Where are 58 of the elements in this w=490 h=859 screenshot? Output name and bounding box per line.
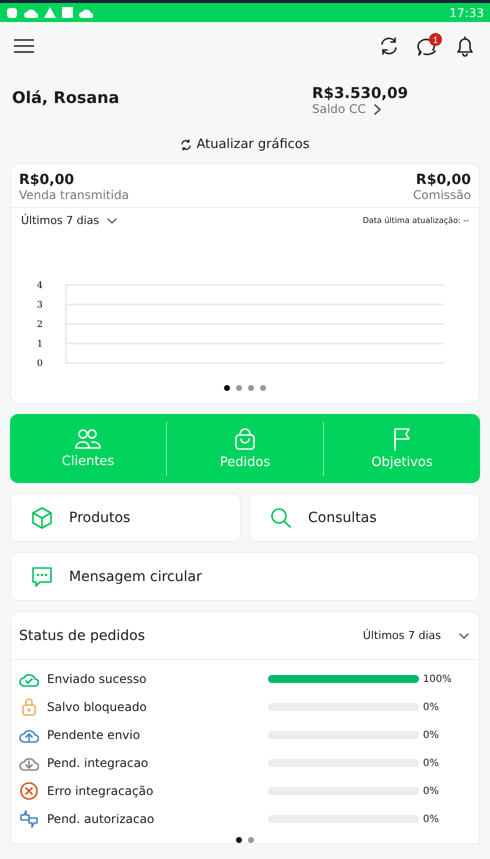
percentage: 0% (422, 814, 440, 824)
shopping-bag-icon (234, 427, 256, 451)
commission-value: R$0,00 (416, 172, 471, 188)
status-label: Salvo bloqueado (47, 700, 148, 714)
percentage: 100% (422, 674, 453, 684)
clock-time: 17:33 (449, 6, 484, 20)
section-title: Status de pedidos (19, 628, 146, 644)
bell-icon (454, 35, 476, 57)
notification-badge: 1 (429, 33, 442, 46)
page-dot[interactable] (260, 385, 266, 391)
padlock-icon (19, 698, 39, 716)
refresh-icon (180, 138, 192, 150)
percentage: 0% (422, 702, 440, 712)
chat-button[interactable]: 1 (412, 31, 442, 61)
status-label: Erro integracação (47, 784, 154, 798)
greeting: Olá, Rosana (12, 88, 120, 109)
shortcut-tile[interactable]: Mensagem circular (10, 552, 480, 601)
chevron-right-icon (374, 104, 381, 114)
square-icon (62, 7, 73, 18)
flag-icon (392, 427, 412, 451)
chevron-down-icon (459, 632, 469, 638)
y-axis-label: 1 (37, 340, 43, 350)
page-dot[interactable] (236, 837, 242, 843)
cube-icon (31, 506, 53, 528)
period-dropdown[interactable]: Últimos 7 dias (362, 629, 469, 642)
status-label: Pendente envio (47, 728, 142, 742)
percentage: 0% (422, 730, 440, 740)
shortcut-tile[interactable]: Consultas (249, 493, 480, 542)
percentage: 0% (422, 786, 440, 796)
warning-icon (44, 7, 56, 18)
status-label: Enviado sucesso (47, 672, 148, 686)
balance-amount: R$3.530,09 (312, 84, 410, 102)
page-dot[interactable] (248, 837, 254, 843)
chat-bubble-icon (31, 566, 53, 588)
search-icon (270, 506, 292, 528)
period-dropdown[interactable]: Últimos 7 dias (21, 214, 118, 227)
error-circle-icon (19, 782, 39, 800)
last-update-text: Data última atualização: -- (362, 216, 469, 225)
status-label: Pend. autorizacao (47, 812, 156, 826)
page-dot[interactable] (236, 385, 242, 391)
page-dot[interactable] (248, 385, 254, 391)
shortcut-tile[interactable]: Produtos (10, 493, 241, 542)
cloud-upload-icon (19, 727, 39, 743)
people-icon (75, 428, 101, 450)
commission-label: Comissão (413, 188, 471, 202)
refresh-charts-link[interactable]: Atualizar gráficos (174, 136, 316, 153)
percentage: 0% (422, 758, 440, 768)
sales-label: Venda transmitida (19, 188, 129, 202)
y-axis-label: 4 (37, 281, 43, 291)
page-dot[interactable] (224, 385, 230, 391)
cloud-check-icon (19, 671, 39, 687)
y-axis-label: 2 (37, 320, 43, 330)
balance-link[interactable]: Saldo CC (312, 102, 478, 116)
y-axis-label: 3 (37, 300, 43, 310)
y-axis-label: 0 (37, 359, 43, 369)
status-label: Pend. integracao (47, 756, 150, 770)
chevron-down-icon (107, 218, 118, 224)
sales-value: R$0,00 (19, 172, 74, 188)
